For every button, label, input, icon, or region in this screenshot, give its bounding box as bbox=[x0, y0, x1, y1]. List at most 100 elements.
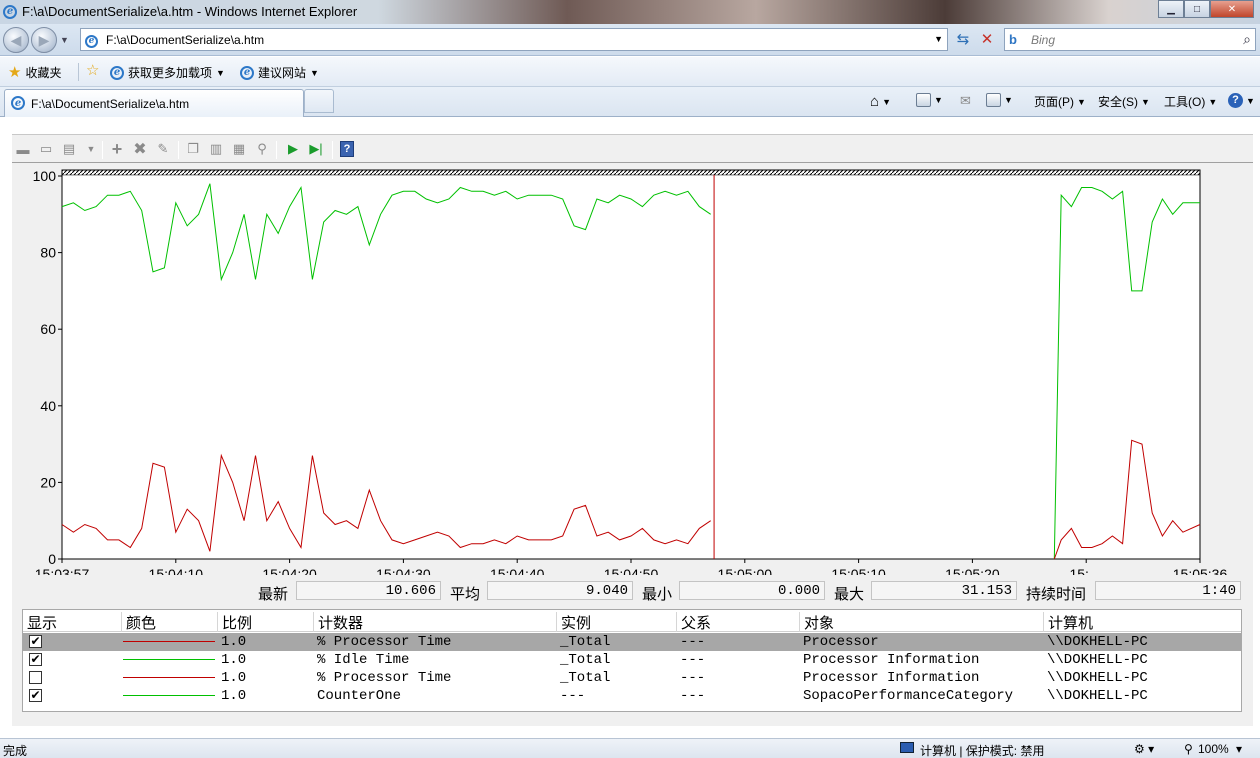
ie-suggested-icon: e bbox=[240, 65, 254, 80]
forward-button[interactable]: ▶ bbox=[31, 27, 57, 53]
window-controls: ▁ □ ✕ bbox=[1158, 0, 1254, 18]
column-counter[interactable]: 计数器 bbox=[313, 612, 556, 632]
cell-instance: --- bbox=[560, 688, 586, 704]
stop-button[interactable]: ✕ bbox=[976, 28, 998, 50]
refresh-icon: ⇆ bbox=[956, 31, 970, 48]
y-tick-label: 40 bbox=[40, 398, 56, 414]
chevron-down-icon: ▼ bbox=[310, 67, 319, 78]
maximize-button[interactable]: □ bbox=[1184, 0, 1210, 18]
show-checkbox[interactable]: ✔ bbox=[29, 635, 42, 648]
color-swatch bbox=[123, 677, 215, 678]
maximum-label: 最大 bbox=[834, 586, 865, 603]
x-tick-label: 15:04:40 bbox=[490, 566, 545, 575]
minimize-button[interactable]: ▁ bbox=[1158, 0, 1184, 18]
safety-menu[interactable]: 安全(S) ▼ bbox=[1098, 93, 1150, 110]
add-to-favorites-button[interactable]: ☆ bbox=[86, 63, 99, 78]
refresh-button[interactable]: ⇆ bbox=[952, 28, 974, 50]
unfreeze-icon[interactable]: ▶ bbox=[284, 141, 302, 157]
tab-current[interactable]: e F:\a\DocumentSerialize\a.htm bbox=[4, 89, 304, 117]
back-arrow-icon: ◀ bbox=[10, 31, 22, 48]
ie-addon-icon: e bbox=[110, 65, 124, 80]
address-url[interactable]: F:\a\DocumentSerialize\a.htm bbox=[106, 33, 264, 47]
column-object[interactable]: 对象 bbox=[799, 612, 1043, 632]
last-label: 最新 bbox=[258, 586, 289, 603]
help-icon[interactable]: ? bbox=[340, 141, 354, 157]
add-counter-icon[interactable]: + bbox=[108, 139, 126, 159]
cell-scale: 1.0 bbox=[221, 634, 247, 650]
printer-icon bbox=[986, 93, 1001, 107]
view-graph-icon[interactable]: ▤ bbox=[60, 141, 78, 157]
zoom-icon[interactable]: ⚲ bbox=[253, 141, 271, 157]
cell-computer: \\DOKHELL-PC bbox=[1047, 688, 1148, 704]
tools-menu[interactable]: 工具(O) ▼ bbox=[1164, 93, 1217, 110]
back-button[interactable]: ◀ bbox=[3, 27, 29, 53]
new-tab-button[interactable] bbox=[304, 89, 334, 113]
address-row: ◀ ▶ ▼ e F:\a\DocumentSerialize\a.htm ▼ ⇆… bbox=[0, 24, 1260, 56]
show-checkbox[interactable]: ✔ bbox=[29, 689, 42, 702]
cell-scale: 1.0 bbox=[221, 688, 247, 704]
color-swatch bbox=[123, 695, 215, 696]
column-color[interactable]: 颜色 bbox=[121, 612, 217, 632]
column-scale[interactable]: 比例 bbox=[217, 612, 313, 632]
average-value: 9.040 bbox=[487, 581, 633, 600]
y-tick-label: 60 bbox=[40, 321, 56, 337]
column-parent[interactable]: 父系 bbox=[676, 612, 799, 632]
tab-row: e F:\a\DocumentSerialize\a.htm ⌂ ▼ ▼ ✉ ▼ … bbox=[0, 87, 1260, 117]
hatch-band bbox=[61, 169, 1201, 176]
properties-icon[interactable]: ▦ bbox=[230, 141, 248, 157]
highlight-icon[interactable]: ✎ bbox=[154, 141, 172, 157]
history-dropdown-icon[interactable]: ▼ bbox=[60, 35, 69, 45]
get-more-addons-link[interactable]: e 获取更多加载项 ▼ bbox=[110, 64, 225, 81]
counter-row[interactable]: ✔ 1.0 % Processor Time _Total --- Processor \\… bbox=[23, 633, 1241, 651]
favorites-label: 收藏夹 bbox=[25, 66, 62, 80]
show-checkbox[interactable] bbox=[29, 671, 42, 684]
counter-row[interactable]: ✔ 1.0 CounterOne --- --- SopacoPerformanceCat… bbox=[23, 687, 1241, 705]
column-instance[interactable]: 实例 bbox=[556, 612, 676, 632]
paste-counter-list-icon[interactable]: ▥ bbox=[207, 141, 225, 157]
security-zone-text[interactable]: 计算机 | 保护模式: 禁用 bbox=[920, 742, 1044, 758]
delete-counter-icon[interactable]: ✖ bbox=[131, 141, 149, 158]
feeds-button[interactable]: ▼ bbox=[916, 93, 943, 107]
search-icon[interactable]: ⌕ bbox=[1243, 31, 1251, 48]
y-tick-label: 0 bbox=[48, 551, 56, 567]
safety-menu-label: 安全(S) bbox=[1098, 95, 1138, 109]
update-data-icon[interactable]: ▶| bbox=[307, 141, 325, 157]
close-button[interactable]: ✕ bbox=[1210, 0, 1254, 18]
favorites-button[interactable]: ★ 收藏夹 bbox=[8, 64, 61, 81]
column-show[interactable]: 显示 bbox=[23, 612, 121, 632]
zoom-dropdown-icon[interactable]: ▾ bbox=[1236, 742, 1242, 756]
home-button[interactable]: ⌂ ▼ bbox=[870, 93, 891, 110]
protected-mode-icon[interactable]: ⚙ ▾ bbox=[1134, 742, 1154, 756]
copy-properties-icon[interactable]: ❐ bbox=[184, 141, 202, 157]
address-dropdown-icon[interactable]: ▼ bbox=[934, 34, 943, 44]
read-mail-button[interactable]: ✉ bbox=[960, 93, 971, 109]
tab-label: F:\a\DocumentSerialize\a.htm bbox=[31, 97, 190, 111]
duration-value: 1:40 bbox=[1095, 581, 1241, 600]
cell-counter: CounterOne bbox=[317, 688, 402, 704]
search-input[interactable]: b Bing ⌕ bbox=[1004, 28, 1256, 51]
cell-counter: % Processor Time bbox=[317, 670, 452, 686]
x-tick-label: 15:03:57 bbox=[35, 566, 90, 575]
chevron-down-icon[interactable]: ▼ bbox=[82, 141, 100, 157]
print-button[interactable]: ▼ bbox=[986, 93, 1013, 107]
cell-instance: _Total bbox=[560, 670, 611, 686]
tab-page-icon: e bbox=[11, 96, 25, 110]
bing-logo-icon: b bbox=[1009, 32, 1017, 47]
zoom-level[interactable]: 100% bbox=[1198, 742, 1229, 756]
x-tick-label: 15:05:10 bbox=[831, 566, 886, 575]
counter-row[interactable]: ✔ 1.0 % Idle Time _Total --- Processor Inform… bbox=[23, 651, 1241, 669]
zoom-icon[interactable]: ⚲ bbox=[1184, 742, 1193, 756]
cell-object: Processor Information bbox=[803, 652, 980, 668]
column-computer[interactable]: 计算机 bbox=[1043, 612, 1242, 632]
chart-svg: 0 20 40 60 80 100 15:03:57 15:04:10 15:04:20 15:0… bbox=[33, 168, 1228, 582]
page-menu[interactable]: 页面(P) ▼ bbox=[1034, 93, 1086, 110]
show-checkbox[interactable]: ✔ bbox=[29, 653, 42, 666]
address-bar[interactable]: e F:\a\DocumentSerialize\a.htm ▼ bbox=[80, 28, 948, 51]
clear-display-icon[interactable]: ▭ bbox=[37, 141, 55, 157]
help-menu[interactable]: ? ▼ bbox=[1228, 93, 1255, 108]
new-counter-set-icon[interactable]: ▬ bbox=[14, 141, 32, 157]
last-value: 10.606 bbox=[296, 581, 441, 600]
counter-row[interactable]: 1.0 % Processor Time _Total --- Processor In… bbox=[23, 669, 1241, 687]
suggested-sites-link[interactable]: e 建议网站 ▼ bbox=[240, 64, 319, 81]
cell-computer: \\DOKHELL-PC bbox=[1047, 634, 1148, 650]
